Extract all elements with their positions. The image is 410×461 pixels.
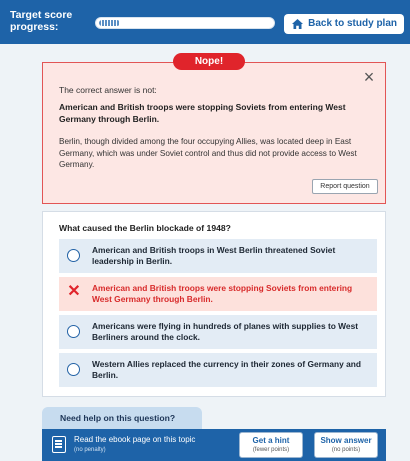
ebook-sublabel: (no penalty) xyxy=(74,447,106,453)
target-score-progress-bar xyxy=(95,17,275,29)
x-mark-icon: ✕ xyxy=(67,283,81,300)
answer-option-label: Western Allies replaced the currency in … xyxy=(92,359,362,380)
feedback-intro: The correct answer is not: xyxy=(59,85,157,95)
feedback-panel: × The correct answer is not: American an… xyxy=(42,62,386,204)
show-answer-label: Show answer xyxy=(320,436,372,445)
radio-button[interactable] xyxy=(67,325,80,338)
back-to-study-plan-button[interactable]: Back to study plan xyxy=(284,14,404,34)
report-question-button[interactable]: Report question xyxy=(312,179,378,194)
show-answer-button[interactable]: Show answer (no points) xyxy=(314,432,378,458)
feedback-explanation: Berlin, though divided among the four oc… xyxy=(59,137,357,169)
get-a-hint-button[interactable]: Get a hint (fewer points) xyxy=(239,432,303,458)
close-icon[interactable]: × xyxy=(361,68,377,86)
radio-button[interactable] xyxy=(67,249,80,262)
feedback-incorrect-answer: American and British troops were stoppin… xyxy=(59,102,346,124)
ebook-label: Read the ebook page on this topic xyxy=(74,435,196,444)
progress-fill xyxy=(99,20,120,26)
answer-option-label: American and British troops in West Berl… xyxy=(92,245,336,266)
answer-option[interactable]: Western Allies replaced the currency in … xyxy=(59,353,377,387)
home-icon xyxy=(292,19,303,29)
answer-option[interactable]: Americans were flying in hundreds of pla… xyxy=(59,315,377,349)
help-bar: Read the ebook page on this topic (no pe… xyxy=(42,429,386,461)
question-card: What caused the Berlin blockade of 1948?… xyxy=(42,211,386,397)
document-icon xyxy=(52,436,66,453)
show-answer-sublabel: (no points) xyxy=(331,447,361,453)
top-bar: Target score progress: Back to study pla… xyxy=(0,0,410,44)
nope-badge: Nope! xyxy=(173,53,245,70)
back-button-label: Back to study plan xyxy=(308,18,397,29)
hint-sublabel: (fewer points) xyxy=(252,447,290,453)
hint-label: Get a hint xyxy=(252,436,290,445)
help-tab: Need help on this question? xyxy=(42,407,202,429)
answer-option-label: Americans were flying in hundreds of pla… xyxy=(92,321,359,342)
answer-option-label: American and British troops were stoppin… xyxy=(92,283,353,304)
question-text: What caused the Berlin blockade of 1948? xyxy=(59,223,231,233)
answer-option[interactable]: American and British troops in West Berl… xyxy=(59,239,377,273)
target-score-label: Target score progress: xyxy=(10,9,73,33)
answer-option-wrong[interactable]: ✕ American and British troops were stopp… xyxy=(59,277,377,311)
read-ebook-button[interactable]: Read the ebook page on this topic (no pe… xyxy=(48,433,224,457)
radio-button[interactable] xyxy=(67,363,80,376)
